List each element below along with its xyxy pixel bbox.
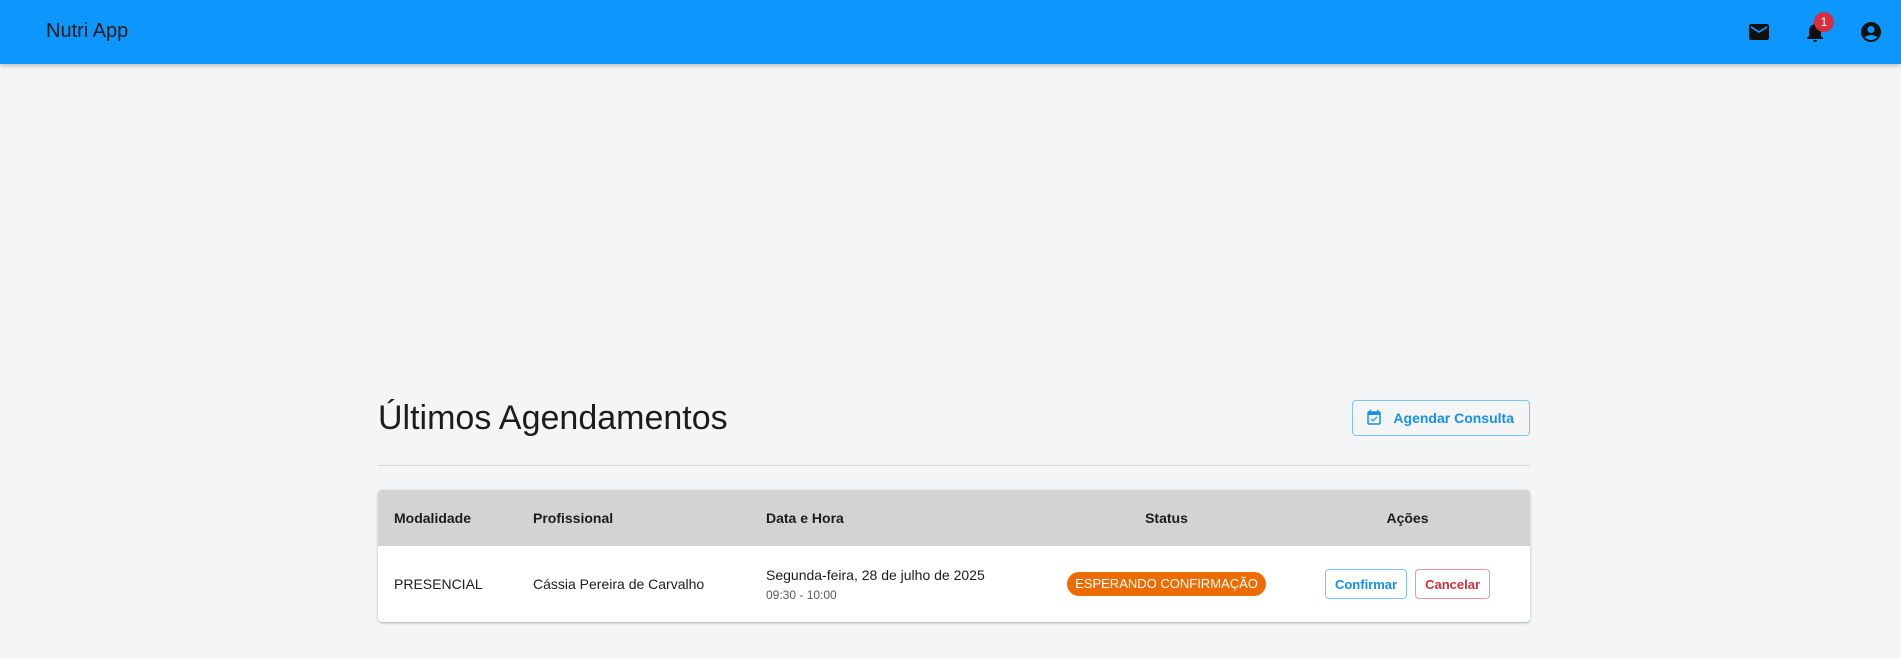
- app-bar: Nutri App 1: [0, 0, 1901, 64]
- appointment-date: Segunda-feira, 28 de julho de 2025: [766, 566, 985, 583]
- appointments-section: Últimos Agendamentos Agendar Consulta Mo…: [378, 396, 1530, 622]
- cell-status: ESPERANDO CONFIRMAÇÃO: [1048, 546, 1285, 622]
- header-professional: Profissional: [533, 510, 614, 526]
- mail-icon: [1749, 24, 1769, 40]
- schedule-button-label: Agendar Consulta: [1393, 410, 1514, 426]
- appointments-table-card: Modalidade Profissional Data e Hora Stat…: [378, 490, 1530, 622]
- calendar-check-icon: [1367, 409, 1382, 425]
- account-button[interactable]: [1851, 12, 1891, 52]
- header-modality: Modalidade: [394, 510, 472, 526]
- cell-modality: PRESENCIAL: [394, 576, 483, 592]
- schedule-appointment-button[interactable]: Agendar Consulta: [1352, 400, 1530, 436]
- appointment-time: 09:30 - 10:00: [766, 587, 837, 602]
- status-badge: ESPERANDO CONFIRMAÇÃO: [1067, 572, 1266, 596]
- cell-professional: Cássia Pereira de Carvalho: [533, 576, 705, 592]
- header-datetime: Data e Hora: [766, 510, 844, 526]
- page-title: Últimos Agendamentos: [378, 399, 728, 437]
- notifications-button[interactable]: 1: [1795, 12, 1835, 52]
- confirm-button[interactable]: Confirmar: [1324, 569, 1408, 599]
- app-title: Nutri App: [46, 20, 129, 42]
- table-header-row: Modalidade Profissional Data e Hora Stat…: [378, 490, 1530, 546]
- table-row: PRESENCIAL Cássia Pereira de Carvalho Se…: [378, 546, 1530, 622]
- section-header: Últimos Agendamentos Agendar Consulta: [378, 396, 1530, 440]
- cancel-button[interactable]: Cancelar: [1415, 569, 1491, 599]
- header-status: Status: [1145, 510, 1188, 526]
- notifications-badge: 1: [1814, 12, 1834, 32]
- account-circle-icon: [1861, 22, 1881, 42]
- header-actions: Ações: [1386, 510, 1429, 526]
- divider: [378, 465, 1530, 466]
- mail-button[interactable]: [1739, 12, 1779, 52]
- cell-actions: Confirmar Cancelar: [1285, 546, 1530, 622]
- appointments-table: Modalidade Profissional Data e Hora Stat…: [378, 490, 1530, 622]
- cell-datetime: Segunda-feira, 28 de julho de 2025 09:30…: [766, 546, 1048, 622]
- appbar-actions: 1: [1739, 12, 1891, 52]
